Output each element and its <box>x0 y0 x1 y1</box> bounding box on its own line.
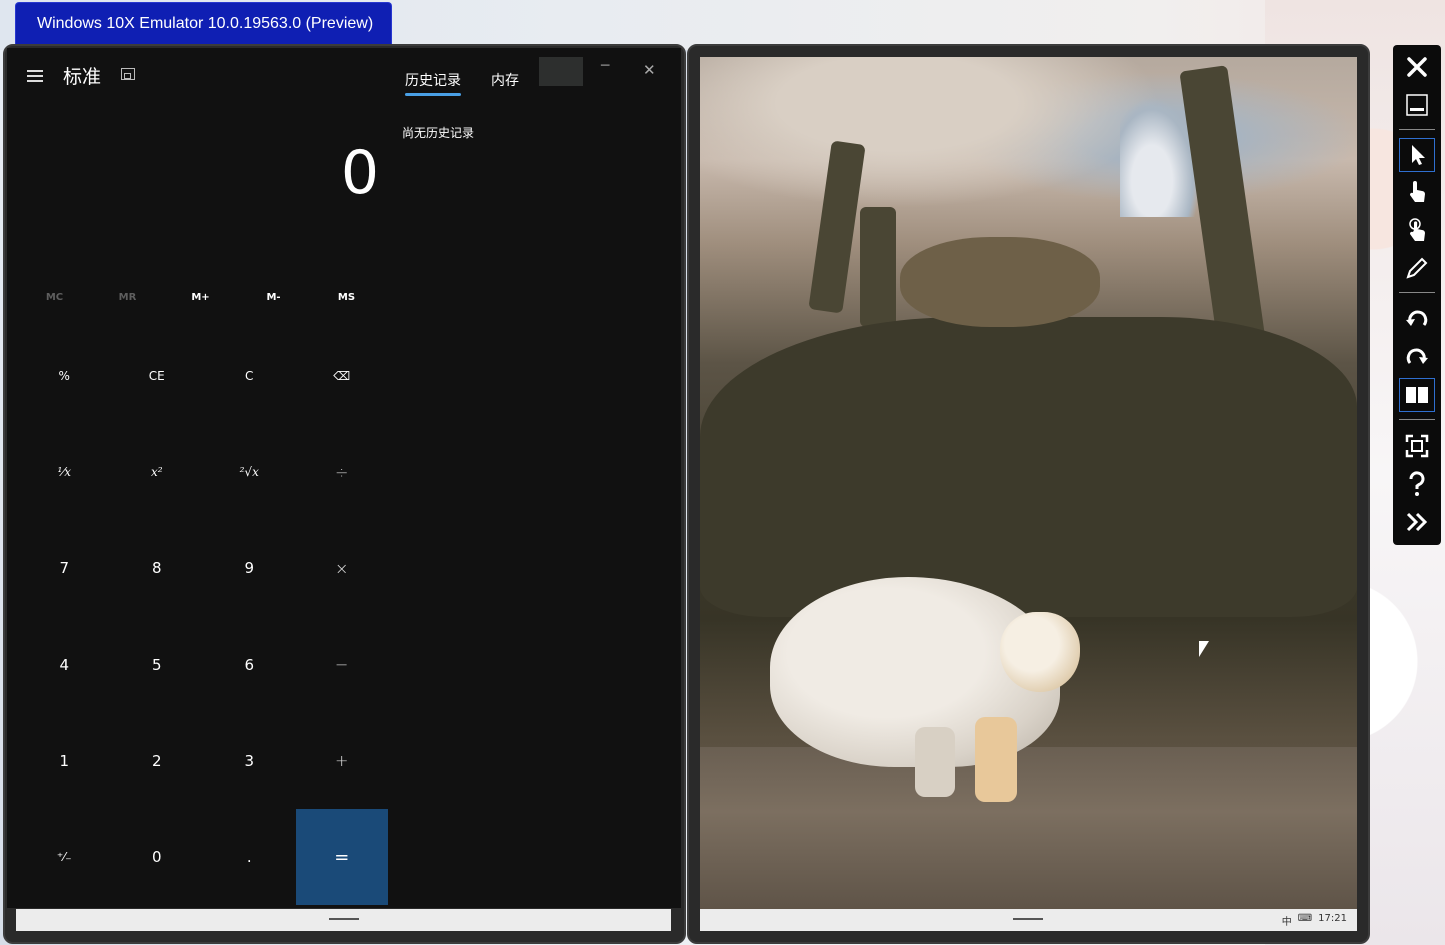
wallpaper-driftwood <box>700 317 1357 617</box>
minimize-button[interactable]: ─ <box>601 58 609 74</box>
memory-clear-button[interactable]: MC <box>18 280 91 316</box>
memory-store-button[interactable]: MS <box>310 280 383 316</box>
title-bar-placeholder <box>539 57 583 86</box>
memory-row: MC MR M+ M- MS <box>18 280 384 316</box>
memory-add-button[interactable]: M+ <box>164 280 237 316</box>
single-touch-icon[interactable] <box>1399 175 1435 209</box>
digit-9-key[interactable]: 9 <box>203 520 296 616</box>
wallpaper-image <box>700 57 1357 909</box>
digit-2-key[interactable]: 2 <box>111 713 204 809</box>
gesture-handle[interactable] <box>329 918 359 920</box>
close-button[interactable]: ✕ <box>643 61 656 79</box>
divide-key[interactable]: ÷ <box>296 424 389 520</box>
tab-memory[interactable]: 内存 <box>491 70 519 90</box>
clear-entry-key[interactable]: CE <box>111 328 204 424</box>
wallpaper-ground <box>700 747 1357 909</box>
multiply-key[interactable]: × <box>296 520 389 616</box>
hamburger-menu-icon[interactable] <box>27 70 43 82</box>
emulator-title: Windows 10X Emulator 10.0.19563.0 (Previ… <box>37 14 374 32</box>
keep-on-top-icon[interactable] <box>121 68 135 80</box>
left-navigation-bar <box>16 909 671 931</box>
calculator-mode-title: 标准 <box>63 66 102 88</box>
add-key[interactable]: + <box>296 713 389 809</box>
gesture-handle[interactable] <box>1013 918 1043 920</box>
toolbar-separator <box>1399 292 1435 293</box>
toolbar-separator <box>1399 419 1435 420</box>
right-navigation-bar: 中 ⌨ 17:21 <box>700 909 1357 931</box>
digit-6-key[interactable]: 6 <box>203 617 296 713</box>
digit-5-key[interactable]: 5 <box>111 617 204 713</box>
wallpaper-driftwood <box>900 237 1100 327</box>
wallpaper-polar-bear-head <box>1000 612 1080 692</box>
help-icon[interactable] <box>1399 467 1435 501</box>
ime-indicator[interactable]: 中 <box>1282 913 1292 928</box>
keyboard-icon[interactable]: ⌨ <box>1298 913 1312 928</box>
calculator-app: 标准 历史记录 内存 ─ ✕ 尚无历史记录 0 MC MR M+ M- MS %… <box>7 48 681 908</box>
subtract-key[interactable]: − <box>296 617 389 713</box>
multi-touch-icon[interactable] <box>1399 213 1435 247</box>
fit-to-screen-icon[interactable] <box>1399 429 1435 463</box>
wallpaper-polar-bear-leg <box>915 727 955 797</box>
digit-0-key[interactable]: 0 <box>111 809 204 905</box>
mouse-pointer-icon[interactable] <box>1399 138 1435 172</box>
digit-7-key[interactable]: 7 <box>18 520 111 616</box>
square-key[interactable]: x² <box>111 424 204 520</box>
decimal-key[interactable]: . <box>203 809 296 905</box>
clear-key[interactable]: C <box>203 328 296 424</box>
calculator-display: 0 <box>340 138 379 208</box>
negate-key[interactable]: ⁺⁄₋ <box>18 809 111 905</box>
digit-4-key[interactable]: 4 <box>18 617 111 713</box>
wallpaper-polar-bear-leg <box>975 717 1017 802</box>
square-root-key[interactable]: ²√x <box>203 424 296 520</box>
equals-key[interactable]: = <box>295 808 388 906</box>
backspace-key[interactable]: ⌫ <box>296 328 389 424</box>
pen-icon[interactable] <box>1399 251 1435 285</box>
memory-recall-button[interactable]: MR <box>91 280 164 316</box>
digit-1-key[interactable]: 1 <box>18 713 111 809</box>
tab-history[interactable]: 历史记录 <box>405 70 461 96</box>
rotate-left-icon[interactable] <box>1399 302 1435 336</box>
digit-3-key[interactable]: 3 <box>203 713 296 809</box>
emulator-title-tab[interactable]: Windows 10X Emulator 10.0.19563.0 (Previ… <box>15 2 392 44</box>
digit-8-key[interactable]: 8 <box>111 520 204 616</box>
wallpaper-driftwood <box>860 207 896 327</box>
expand-tools-icon[interactable] <box>1399 505 1435 539</box>
rotate-right-icon[interactable] <box>1399 340 1435 374</box>
keypad: % CE C ⌫ ¹⁄x x² ²√x ÷ 7 8 9 × 4 5 6 − 1 … <box>18 328 389 906</box>
emulator-toolbar <box>1393 45 1441 545</box>
toolbar-separator <box>1399 129 1435 130</box>
percent-key[interactable]: % <box>18 328 111 424</box>
system-tray: 中 ⌨ 17:21 <box>1282 913 1347 928</box>
minimize-icon[interactable] <box>1399 88 1435 122</box>
close-icon[interactable] <box>1399 50 1435 84</box>
clock[interactable]: 17:21 <box>1318 913 1347 928</box>
reciprocal-key[interactable]: ¹⁄x <box>18 424 111 520</box>
no-history-message: 尚无历史记录 <box>402 126 475 140</box>
memory-subtract-button[interactable]: M- <box>237 280 310 316</box>
dual-screen-icon[interactable] <box>1399 378 1435 412</box>
